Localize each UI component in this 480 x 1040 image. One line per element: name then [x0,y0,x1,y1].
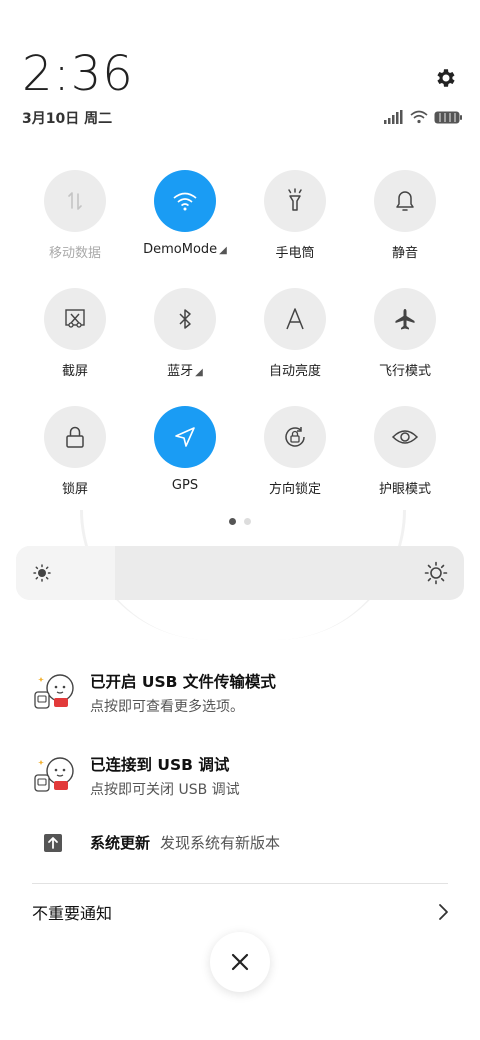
app-avatar-icon [34,674,74,709]
page-dot[interactable] [244,518,251,525]
bluetooth-icon [179,309,191,329]
quick-settings-grid: 移动数据 DemoMode ◢ 手电筒 静音 截屏 蓝牙 ◢ 自动亮度 飞行模式… [20,170,460,524]
tile-label: 自动亮度 [268,364,321,379]
notification-title: 已连接到 USB 调试 [90,756,230,774]
brightness-high-icon [424,561,448,585]
tile-screenshot[interactable]: 截屏 [20,288,130,406]
tile-gps[interactable]: GPS [130,406,240,524]
tile-label: 护眼模式 [378,482,431,497]
divider [32,883,448,884]
tile-label: 蓝牙 [167,364,194,379]
settings-gear-icon[interactable] [432,64,460,92]
tile-flashlight[interactable]: 手电筒 [240,170,350,288]
tile-eye-comfort[interactable]: 护眼模式 [350,406,460,524]
page-dot-active[interactable] [229,518,236,525]
tile-label: 静音 [391,246,418,261]
tile-label: 飞行模式 [378,364,431,379]
airplane-icon [395,309,415,330]
bell-icon [396,191,414,211]
brightness-low-icon [33,564,51,582]
chevron-right-icon [439,904,448,920]
notification-text: 点按即可关闭 USB 调试 [90,782,240,798]
app-avatar-icon [34,757,74,792]
tile-label: 锁屏 [61,482,88,497]
tile-rotation-lock[interactable]: 方向锁定 [240,406,350,524]
unimportant-notifications-row[interactable]: 不重要通知 [32,900,450,926]
brightness-slider[interactable] [16,546,464,600]
expand-triangle-icon: ◢ [195,367,203,378]
tile-silent[interactable]: 静音 [350,170,460,288]
clock-time: 2:36 [22,46,134,102]
notification-text: 发现系统有新版本 [160,834,281,852]
tile-auto-brightness[interactable]: 自动亮度 [240,288,350,406]
tile-lock-screen[interactable]: 锁屏 [20,406,130,524]
tile-label: GPS [171,478,199,493]
eye-icon [391,430,419,444]
tile-label: 手电筒 [275,246,315,261]
tile-label: DemoMode [143,242,218,257]
expand-triangle-icon: ◢ [219,245,227,256]
location-arrow-icon [175,427,195,447]
notification-usb-debugging[interactable]: 已连接到 USB 调试 点按即可关闭 USB 调试 [32,753,452,799]
tile-label: 移动数据 [48,246,101,261]
tile-bluetooth[interactable]: 蓝牙 ◢ [130,288,240,406]
battery-icon [434,111,462,123]
tile-airplane-mode[interactable]: 飞行模式 [350,288,460,406]
rotation-lock-icon [285,427,305,447]
signal-icon [384,110,403,124]
notification-system-update[interactable]: 系统更新 发现系统有新版本 [44,832,280,853]
tile-label: 方向锁定 [268,482,321,497]
notification-title: 已开启 USB 文件传输模式 [90,673,276,691]
notification-text: 点按即可查看更多选项。 [90,699,244,715]
notification-usb-file-transfer[interactable]: 已开启 USB 文件传输模式 点按即可查看更多选项。 [32,670,452,716]
wifi-status-icon [410,110,428,124]
screenshot-icon [65,309,85,328]
update-arrow-icon [44,833,62,852]
tile-label: 截屏 [61,364,88,379]
close-icon [231,953,249,971]
notification-title: 系统更新 [90,834,151,852]
clock-date: 3月10日 周二 [22,111,113,127]
mobile-data-icon [68,192,82,210]
clear-notifications-button[interactable] [210,932,270,992]
brightness-fill [16,546,115,600]
lock-icon [66,426,84,448]
auto-brightness-icon [286,308,304,330]
page-indicator [0,518,480,525]
tile-wifi[interactable]: DemoMode ◢ [130,170,240,288]
tile-mobile-data[interactable]: 移动数据 [20,170,130,288]
status-icons [384,109,462,125]
flashlight-icon [288,188,302,211]
wifi-icon [173,192,197,211]
unimportant-label: 不重要通知 [32,904,113,923]
